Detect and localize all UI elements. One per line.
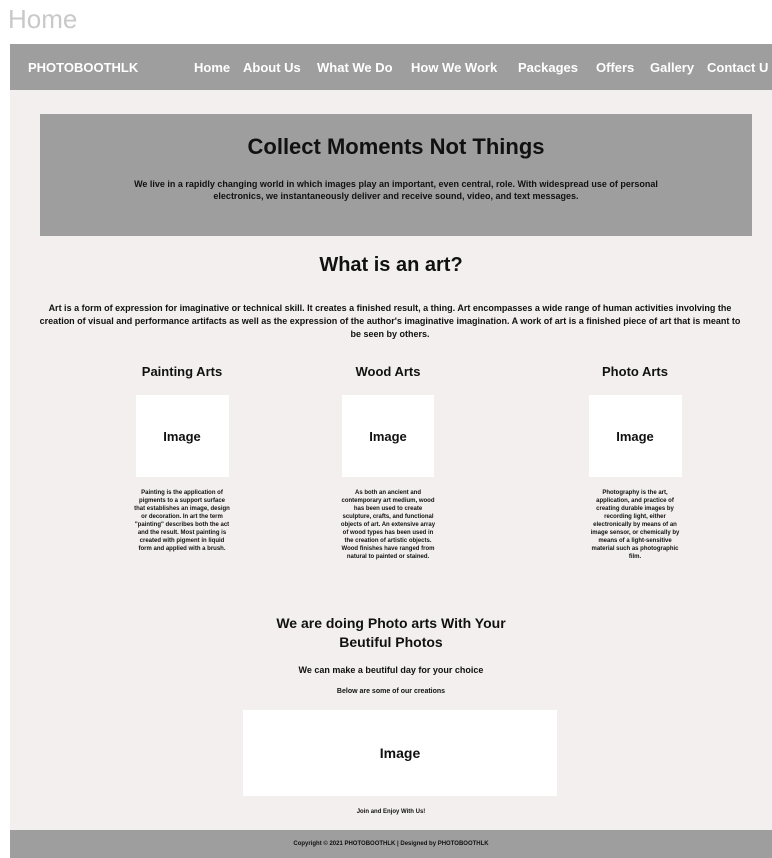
painting-arts-title: Painting Arts bbox=[141, 364, 223, 379]
nav-link-packages[interactable]: Packages bbox=[518, 60, 578, 75]
art-section-text: Art is a form of expression for imaginat… bbox=[39, 303, 741, 339]
page-container: PHOTOBOOTHLK Home About Us What We Do Ho… bbox=[10, 44, 772, 858]
nav-link-gallery[interactable]: Gallery bbox=[650, 60, 694, 75]
nav-link-about-us[interactable]: About Us bbox=[243, 60, 301, 75]
photo-section-subtitle2: Below are some of our creations bbox=[336, 688, 446, 695]
page-heading: Home bbox=[8, 4, 78, 34]
nav-link-contact-us[interactable]: Contact U bbox=[707, 60, 768, 75]
brand-logo[interactable]: PHOTOBOOTHLK bbox=[28, 60, 138, 75]
photo-section-subtitle: We can make a beutiful day for your choi… bbox=[298, 665, 484, 675]
nav-link-what-we-do[interactable]: What We Do bbox=[317, 60, 393, 75]
painting-arts-column: Painting Arts Image Painting is the appl… bbox=[127, 364, 237, 553]
photo-arts-image: Image bbox=[588, 395, 682, 477]
painting-arts-image: Image bbox=[135, 395, 229, 477]
photo-section-title-line1: We are doing Photo arts With Your bbox=[276, 615, 506, 631]
hero-title: Collect Moments Not Things bbox=[247, 134, 545, 159]
wood-arts-column: Wood Arts Image As both an ancient and c… bbox=[333, 364, 443, 561]
nav-link-how-we-work[interactable]: How We Work bbox=[411, 60, 497, 75]
join-text: Join and Enjoy With Us! bbox=[356, 809, 426, 815]
art-section-title: What is an art? bbox=[319, 254, 463, 276]
photo-arts-column: Photo Arts Image Photography is the art,… bbox=[580, 364, 690, 561]
navbar: PHOTOBOOTHLK Home About Us What We Do Ho… bbox=[10, 44, 772, 90]
wood-arts-title: Wood Arts bbox=[355, 364, 421, 379]
photo-section-title: We are doing Photo arts With Your Beutif… bbox=[10, 614, 772, 652]
wood-arts-image: Image bbox=[342, 395, 434, 477]
footer: Copyright © 2021 PHOTOBOOTHLK | Designed… bbox=[10, 830, 772, 858]
photo-arts-description: Photography is the art, application, and… bbox=[590, 490, 680, 560]
wood-arts-description: As both an ancient and contemporary art … bbox=[340, 490, 436, 560]
nav-link-home[interactable]: Home bbox=[194, 60, 230, 75]
nav-link-offers[interactable]: Offers bbox=[596, 60, 634, 75]
hero-banner: Collect Moments Not Things We live in a … bbox=[40, 114, 752, 236]
hero-text: We live in a rapidly changing world in w… bbox=[134, 179, 658, 201]
photo-arts-title: Photo Arts bbox=[602, 364, 668, 379]
footer-copyright: Copyright © 2021 PHOTOBOOTHLK | Designed… bbox=[293, 841, 489, 847]
painting-arts-description: Painting is the application of pigments … bbox=[134, 490, 230, 552]
photo-section-title-line2: Beutiful Photos bbox=[339, 634, 443, 650]
creations-image: Image bbox=[243, 710, 557, 796]
